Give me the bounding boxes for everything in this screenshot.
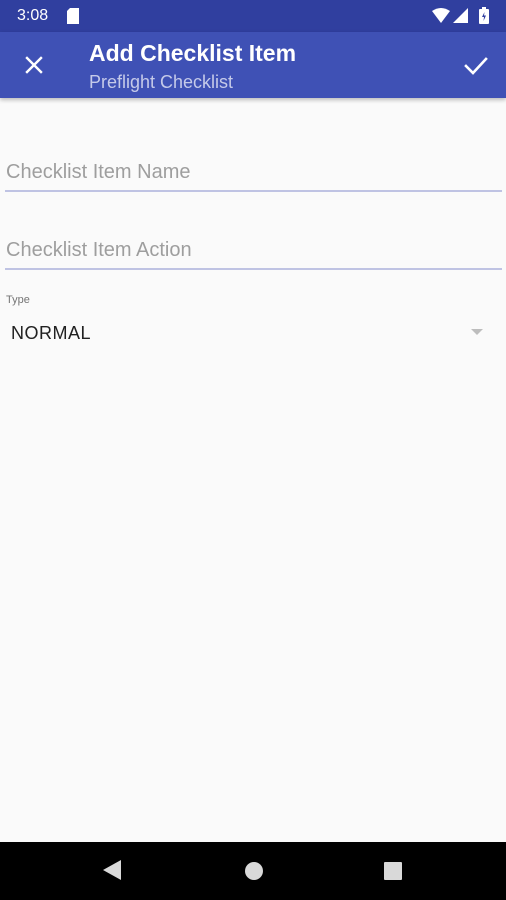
back-icon[interactable] <box>100 858 122 882</box>
type-label: Type <box>6 294 30 306</box>
check-icon <box>464 57 488 75</box>
signal-icon <box>453 8 468 23</box>
status-time: 3:08 <box>17 7 49 24</box>
status-bar: 3:08 <box>0 0 506 32</box>
dropdown-arrow-icon <box>471 329 483 335</box>
page-title: Add Checklist Item <box>89 40 297 66</box>
recents-icon[interactable] <box>383 861 403 881</box>
type-selected-value: NORMAL <box>11 323 92 343</box>
battery-icon <box>479 7 489 24</box>
home-icon[interactable] <box>243 860 265 882</box>
close-icon <box>25 56 43 74</box>
app-bar: Add Checklist Item Preflight Checklist <box>0 32 506 98</box>
close-button[interactable] <box>16 47 52 83</box>
confirm-button[interactable] <box>456 46 496 86</box>
sd-card-icon <box>67 8 79 24</box>
type-dropdown[interactable]: NORMAL <box>0 312 506 354</box>
item-name-input[interactable] <box>5 160 502 190</box>
wifi-icon <box>432 8 450 23</box>
system-nav-bar <box>0 842 506 900</box>
item-name-field-container <box>5 160 502 192</box>
item-action-field-container <box>5 238 502 270</box>
item-action-underline <box>5 268 502 270</box>
item-name-underline <box>5 190 502 192</box>
item-action-input[interactable] <box>5 238 502 268</box>
page-subtitle: Preflight Checklist <box>89 72 234 92</box>
